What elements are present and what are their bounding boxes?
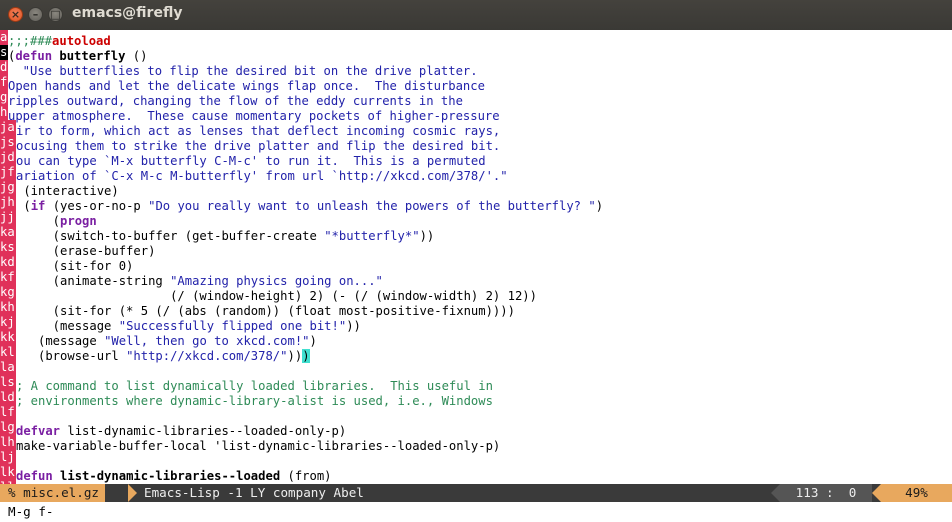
code-text: make-variable-buffer-local 'list-dynamic… (16, 439, 500, 453)
avy-jump-hint: ja (0, 120, 16, 135)
code-token: "Do you really want to unleash the power… (148, 199, 596, 213)
minimize-icon: – (32, 8, 39, 21)
cursor: s (0, 45, 8, 60)
avy-jump-hint: kk (0, 330, 16, 345)
code-line[interactable]: ka (switch-to-buffer (get-buffer-create … (0, 225, 435, 243)
avy-jump-hint: kd (0, 255, 16, 270)
code-line[interactable]: d "Use butterflies to flip the desired b… (0, 60, 478, 78)
code-line[interactable]: lkdefun list-dynamic-libraries--loaded (… (0, 465, 332, 483)
avy-jump-hint: jj (0, 210, 16, 225)
avy-jump-hint: ld (0, 390, 16, 405)
code-line[interactable]: lj (0, 450, 16, 465)
avy-jump-hint: la (0, 360, 16, 375)
code-token: ) (309, 334, 317, 348)
avy-jump-hint: ka (0, 225, 16, 240)
code-line[interactable]: kf (animate-string "Amazing physics goin… (0, 270, 383, 288)
code-line[interactable]: hupper atmosphere. These cause momentary… (0, 105, 500, 123)
avy-jump-hint: ls (0, 375, 16, 390)
mode-line: % misc.el.gz Emacs-Lisp -1 LY company Ab… (0, 484, 952, 502)
mode-line-separator (872, 484, 881, 502)
avy-jump-hint: ks (0, 240, 16, 255)
code-token: )) (287, 349, 303, 363)
code-line[interactable]: jg (interactive) (0, 180, 119, 198)
code-line[interactable]: jj (progn (0, 210, 97, 228)
avy-jump-hint: jh (0, 195, 16, 210)
avy-jump-hint: jf (0, 165, 16, 180)
mode-line-percent: 49% (881, 484, 952, 502)
code-line[interactable]: lf (0, 405, 16, 420)
code-line[interactable]: kj (message "Successfully flipped one bi… (0, 315, 361, 333)
code-line[interactable]: kg (/ (window-height) 2) (- (/ (window-w… (0, 285, 537, 303)
code-token: "*butterfly*" (324, 229, 420, 243)
avy-jump-hint: d (0, 60, 8, 75)
avy-jump-hint: f (0, 75, 8, 90)
code-line[interactable]: s(defun butterfly () (0, 45, 147, 63)
code-line[interactable]: kh (sit-for (* 5 (/ (abs (random)) (floa… (0, 300, 515, 318)
avy-jump-hint: jg (0, 180, 16, 195)
code-line[interactable]: lgdefvar list-dynamic-libraries--loaded-… (0, 420, 346, 438)
code-token: ) (595, 199, 604, 213)
title-bar: × – □ emacs@firefly (0, 0, 952, 30)
mode-line-separator (771, 484, 780, 502)
mode-line-buffer-name[interactable]: % misc.el.gz (0, 484, 105, 502)
code-line[interactable]: gripples outward, changing the flow of t… (0, 90, 463, 108)
avy-jump-hint: kf (0, 270, 16, 285)
avy-jump-hint: kg (0, 285, 16, 300)
avy-jump-hint: a (0, 30, 8, 45)
maximize-window-button[interactable]: □ (48, 7, 63, 22)
code-line[interactable]: jsocusing them to strike the drive platt… (0, 135, 500, 153)
mode-line-major-mode[interactable]: Emacs-Lisp -1 LY company Abel (144, 484, 364, 502)
code-text: ; environments where dynamic-library-ali… (16, 394, 493, 408)
code-line[interactable]: kk (message "Well, then go to xkcd.com!"… (0, 330, 317, 348)
editor-buffer[interactable]: a;;;###autoload s(defun butterfly () d "Us… (0, 30, 952, 484)
code-token: ; environments where dynamic-library-ali… (16, 394, 493, 408)
code-token: make-variable-buffer-local 'list-dynamic… (16, 439, 501, 453)
mode-line-position: 113 : 0 (780, 484, 872, 502)
code-line[interactable]: fOpen hands and let the delicate wings f… (0, 75, 485, 93)
avy-jump-hint: kh (0, 300, 16, 315)
code-line[interactable]: jdou can type `M-x butterfly C-M-c' to r… (0, 150, 486, 168)
code-line[interactable]: la (0, 360, 16, 375)
avy-jump-hint: lh (0, 435, 16, 450)
code-line[interactable]: ld; environments where dynamic-library-a… (0, 390, 493, 408)
code-token: )) (419, 229, 435, 243)
close-icon: × (10, 8, 21, 21)
code-text: (if (yes-or-no-p "Do you really want to … (16, 199, 603, 213)
minibuffer[interactable]: M-g f- (0, 502, 952, 522)
avy-jump-hint: jd (0, 150, 16, 165)
avy-jump-hint: kj (0, 315, 16, 330)
code-line[interactable]: kl (browse-url "http://xkcd.com/378/"))) (0, 345, 310, 363)
code-line[interactable]: ls; A command to list dynamically loaded… (0, 375, 493, 393)
code-line[interactable]: kd (sit-for 0) (0, 255, 133, 273)
close-window-button[interactable]: × (8, 7, 23, 22)
avy-jump-hint: kl (0, 345, 16, 360)
avy-jump-hint: h (0, 105, 8, 120)
window-title: emacs@firefly (72, 5, 183, 21)
avy-jump-hint: lf (0, 405, 16, 420)
matching-paren-highlight: ) (302, 349, 310, 363)
avy-jump-hint: lk (0, 465, 16, 480)
avy-jump-hint: lj (0, 450, 16, 465)
avy-jump-hint: g (0, 90, 8, 105)
code-line[interactable]: ks (erase-buffer) (0, 240, 155, 258)
mode-line-separator (128, 484, 137, 502)
code-token: )) (346, 319, 361, 333)
code-line[interactable]: a;;;###autoload (0, 30, 111, 48)
avy-jump-hint: lg (0, 420, 16, 435)
code-line[interactable]: lhmake-variable-buffer-local 'list-dynam… (0, 435, 500, 453)
maximize-icon: □ (50, 8, 61, 21)
code-token: "http://xkcd.com/378/" (126, 349, 288, 363)
code-line[interactable]: jfariation of `C-x M-c M-butterfly' from… (0, 165, 508, 183)
code-line[interactable]: jair to form, which act as lenses that d… (0, 120, 500, 138)
code-text: (browse-url "http://xkcd.com/378/"))) (16, 349, 310, 363)
code-line[interactable]: jh (if (yes-or-no-p "Do you really want … (0, 195, 603, 213)
code-token: (browse-url (16, 349, 127, 363)
code-token: (from) (280, 469, 332, 483)
avy-jump-hint: js (0, 135, 16, 150)
minimize-window-button[interactable]: – (28, 7, 43, 22)
